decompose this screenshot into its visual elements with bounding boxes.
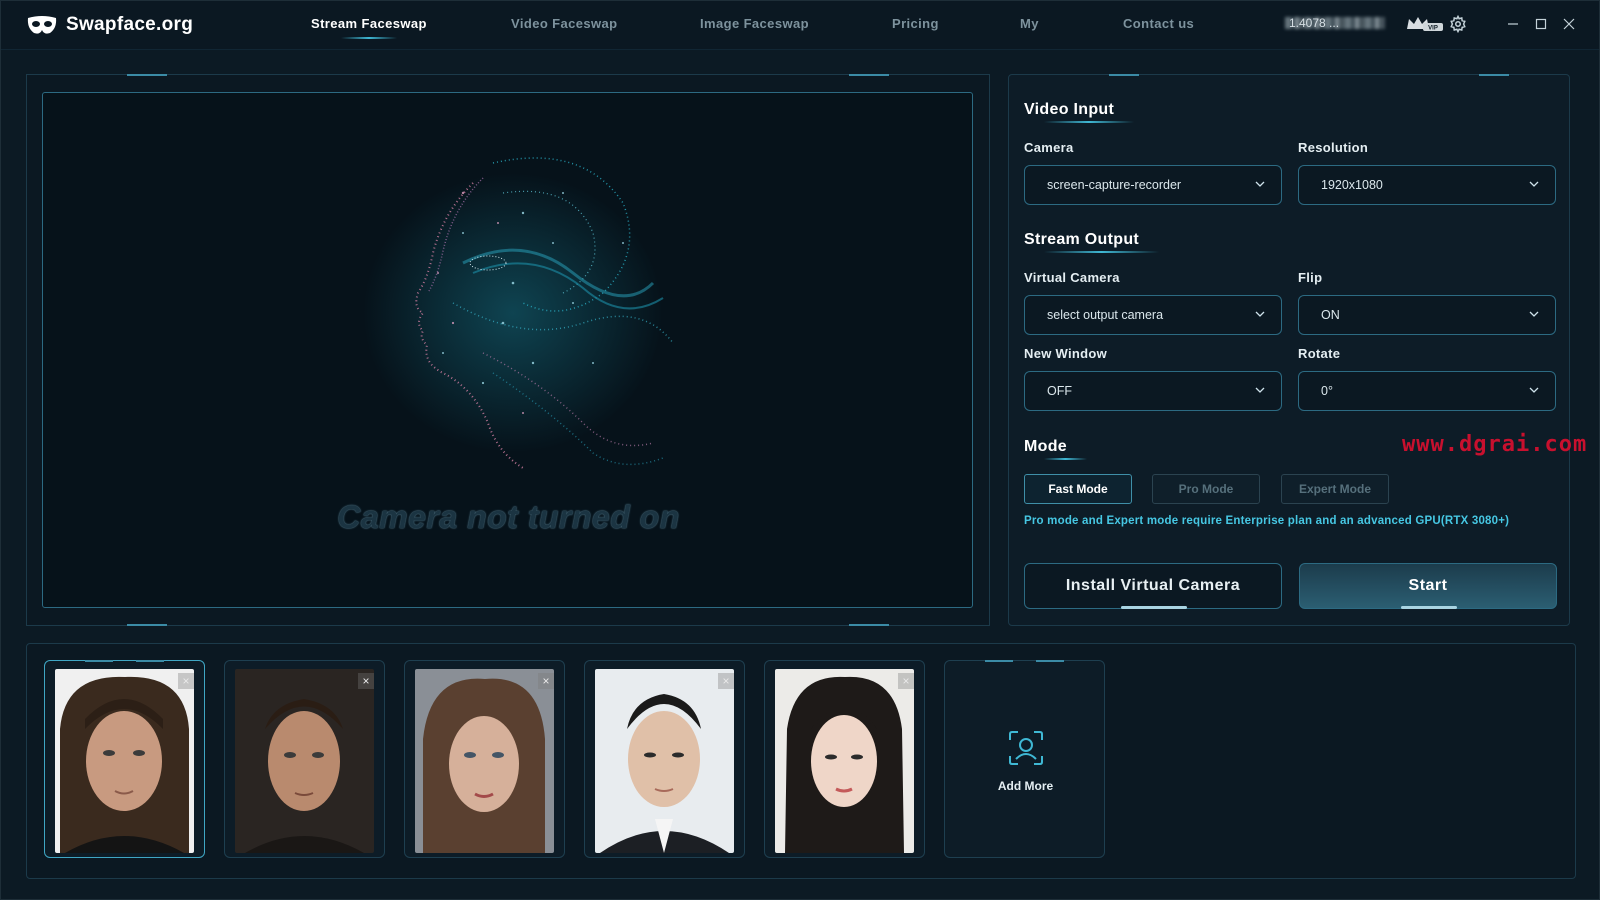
settings-button[interactable]	[1447, 13, 1469, 35]
mode-title: Mode	[1024, 438, 1087, 460]
minimize-button[interactable]	[1502, 13, 1524, 35]
video-input-title: Video Input	[1024, 101, 1135, 123]
nav-pricing[interactable]: Pricing	[892, 16, 939, 31]
chevron-down-icon	[1529, 181, 1539, 187]
chevron-down-icon	[1255, 181, 1265, 187]
frame-accent	[127, 74, 167, 76]
rotate-select[interactable]: 0°	[1298, 371, 1556, 411]
install-virtual-camera-button[interactable]: Install Virtual Camera	[1024, 563, 1282, 609]
stream-output-title: Stream Output	[1024, 231, 1160, 253]
app-logo[interactable]: Swapface.org	[26, 12, 193, 38]
chevron-down-icon	[1529, 387, 1539, 393]
particle-face-illustration	[363, 157, 674, 469]
camera-select-value: screen-capture-recorder	[1047, 178, 1182, 192]
add-more-faces-button[interactable]: Add More	[944, 660, 1105, 858]
rotate-select-value: 0°	[1321, 384, 1333, 398]
remove-face-button[interactable]: ×	[358, 673, 374, 689]
close-icon	[1563, 18, 1575, 30]
rotate-label: Rotate	[1298, 346, 1341, 361]
face-thumbnail	[415, 669, 554, 853]
frame-accent	[849, 74, 889, 76]
chevron-down-icon	[1255, 387, 1265, 393]
mode-requirement-note: Pro mode and Expert mode require Enterpr…	[1024, 515, 1510, 527]
resolution-label: Resolution	[1298, 140, 1369, 155]
new-window-select[interactable]: OFF	[1024, 371, 1282, 411]
start-button[interactable]: Start	[1299, 563, 1557, 609]
remove-face-button[interactable]: ×	[718, 673, 734, 689]
virtual-camera-select-value: select output camera	[1047, 308, 1164, 322]
nav-stream-faceswap[interactable]: Stream Faceswap	[311, 16, 427, 39]
vip-crown-icon[interactable]: VIP	[1405, 14, 1445, 32]
install-virtual-camera-label: Install Virtual Camera	[1065, 577, 1241, 594]
button-accent	[1401, 606, 1457, 609]
start-label: Start	[1408, 577, 1448, 594]
new-window-label: New Window	[1024, 346, 1108, 361]
chevron-down-icon	[1529, 311, 1539, 317]
camera-label: Camera	[1024, 140, 1074, 155]
fast-mode-button[interactable]: Fast Mode	[1024, 474, 1132, 504]
virtual-camera-label: Virtual Camera	[1024, 270, 1120, 285]
camera-preview: Camera not turned on	[42, 92, 973, 608]
face-thumbnail	[235, 669, 374, 853]
frame-accent	[1109, 74, 1139, 76]
frame-accent	[1479, 74, 1509, 76]
flip-label: Flip	[1298, 270, 1323, 285]
face-thumbnail	[595, 669, 734, 853]
close-window-button[interactable]	[1558, 13, 1580, 35]
gear-icon	[1450, 15, 1466, 33]
face-thumbnail	[775, 669, 914, 853]
title-bar: Swapface.org Stream Faceswap Video Faces…	[0, 0, 1600, 50]
virtual-camera-select[interactable]: select output camera	[1024, 295, 1282, 335]
chevron-down-icon	[1255, 311, 1265, 317]
user-account[interactable]: 1.4078 ...	[1285, 14, 1400, 34]
flip-select-value: ON	[1321, 308, 1340, 322]
maximize-icon	[1535, 18, 1547, 30]
remove-face-button[interactable]: ×	[898, 673, 914, 689]
face-card[interactable]: ×	[404, 660, 565, 858]
maximize-button[interactable]	[1530, 13, 1552, 35]
nav-my[interactable]: My	[1020, 16, 1039, 31]
resolution-select-value: 1920x1080	[1321, 178, 1383, 192]
remove-face-button[interactable]: ×	[538, 673, 554, 689]
face-card[interactable]: ×	[584, 660, 745, 858]
watermark: www.dgrai.com	[1402, 432, 1588, 457]
expert-mode-button[interactable]: Expert Mode	[1281, 474, 1389, 504]
frame-accent	[849, 624, 889, 626]
nav-contact-us[interactable]: Contact us	[1123, 16, 1194, 31]
nav-image-faceswap[interactable]: Image Faceswap	[700, 16, 809, 31]
frame-accent	[985, 660, 1013, 662]
camera-status-message: Camera not turned on	[337, 499, 680, 535]
face-thumbnail	[55, 669, 194, 853]
face-card[interactable]: ×	[764, 660, 925, 858]
frame-accent	[1036, 660, 1064, 662]
frame-accent	[136, 660, 164, 662]
camera-select[interactable]: screen-capture-recorder	[1024, 165, 1282, 205]
frame-accent	[127, 624, 167, 626]
user-name: 1.4078 ...	[1289, 16, 1340, 30]
vip-badge-text: VIP	[1428, 26, 1438, 32]
resolution-select[interactable]: 1920x1080	[1298, 165, 1556, 205]
minimize-icon	[1508, 23, 1518, 25]
face-card[interactable]: ×	[44, 660, 205, 858]
add-more-label: Add More	[997, 779, 1054, 793]
mask-logo-icon	[27, 16, 57, 34]
nav-video-faceswap[interactable]: Video Faceswap	[511, 16, 618, 31]
new-window-select-value: OFF	[1047, 384, 1072, 398]
face-card[interactable]: ×	[224, 660, 385, 858]
frame-accent	[85, 660, 113, 662]
pro-mode-button[interactable]: Pro Mode	[1152, 474, 1260, 504]
face-scan-add-icon	[1009, 731, 1043, 765]
button-accent	[1121, 606, 1187, 609]
app-name: Swapface.org	[66, 14, 194, 35]
flip-select[interactable]: ON	[1298, 295, 1556, 335]
remove-face-button[interactable]: ×	[178, 673, 194, 689]
